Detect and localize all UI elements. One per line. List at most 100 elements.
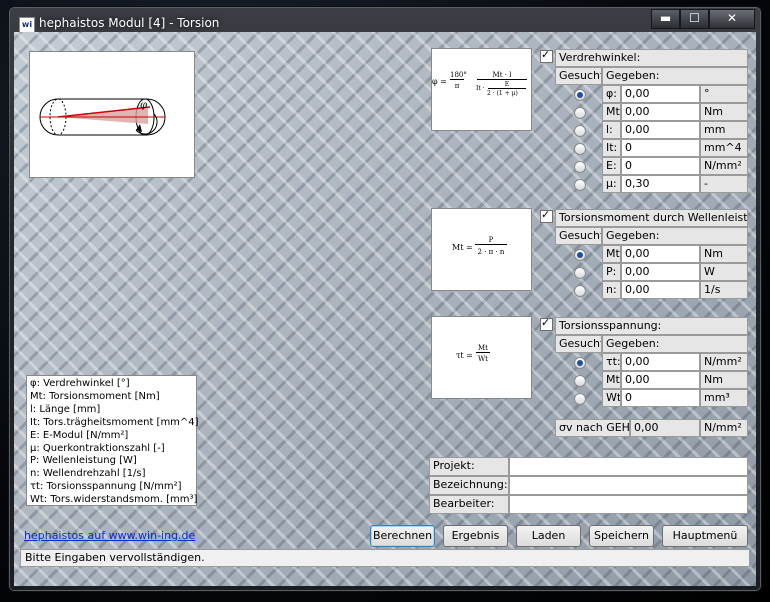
gesucht-radio-spannung-1[interactable] xyxy=(574,375,586,387)
gesucht-radio-verdrehwinkel-0[interactable] xyxy=(574,89,586,101)
row-value-input[interactable]: 0 xyxy=(621,139,700,157)
row-value-input[interactable]: 0,30 xyxy=(621,175,700,193)
gesucht-radio-spannung-2[interactable] xyxy=(574,393,586,405)
row-label: l: xyxy=(602,121,621,139)
row-unit: N/mm² xyxy=(700,157,748,175)
projekt-input[interactable] xyxy=(509,457,748,476)
gesucht-radio-torsionsmoment-2[interactable] xyxy=(574,285,586,297)
row-value-input[interactable]: 0 xyxy=(621,157,700,175)
formula-verdrehwinkel: φ = 180° π Mt · l It · E 2 · (1 + μ) xyxy=(431,48,532,131)
row-label: Mt: xyxy=(602,245,621,263)
row-unit: ° xyxy=(700,85,748,103)
spannung-gegeben: Gegeben: xyxy=(602,335,748,353)
laden-button[interactable]: Laden xyxy=(516,525,581,547)
gesucht-radio-torsionsmoment-0[interactable] xyxy=(574,249,586,261)
legend-line: Wt: Tors.widerstandsmom. [mm³] xyxy=(30,494,198,506)
close-button[interactable]: ✕ xyxy=(709,9,755,29)
gesucht-radio-verdrehwinkel-3[interactable] xyxy=(574,143,586,155)
bearbeiter-label: Bearbeiter: xyxy=(429,495,509,514)
app-window: wi hephaistos Modul [4] - Torsion ▬ ☐ ✕ … xyxy=(8,6,762,592)
verdrehwinkel-title: Verdrehwinkel: xyxy=(555,49,748,67)
torsionsmoment-checkbox[interactable] xyxy=(540,208,553,223)
legend-line: Mt: Torsionsmoment [Nm] xyxy=(30,390,160,402)
row-unit: W xyxy=(700,263,748,281)
row-value-input[interactable]: 0,00 xyxy=(621,371,700,389)
row-unit: Nm xyxy=(700,245,748,263)
bearbeiter-input[interactable] xyxy=(509,495,748,514)
formula-num: P xyxy=(475,236,507,245)
geh-unit: N/mm² xyxy=(700,419,748,437)
row-value-input[interactable]: 0,00 xyxy=(621,263,700,281)
formula-nu: 2 · (1 + μ) xyxy=(487,90,518,97)
legend-line: τt: Torsionsspannung [N/mm²] xyxy=(30,481,182,493)
spannung-checkbox[interactable] xyxy=(540,316,553,331)
gesucht-radio-verdrehwinkel-2[interactable] xyxy=(574,125,586,137)
gesucht-radio-verdrehwinkel-5[interactable] xyxy=(574,179,586,191)
row-unit: Nm xyxy=(700,103,748,121)
row-label: It: xyxy=(602,139,621,157)
gesucht-radio-spannung-0[interactable] xyxy=(574,357,586,369)
row-value-input[interactable]: 0,00 xyxy=(621,85,700,103)
gesucht-radio-torsionsmoment-1[interactable] xyxy=(574,267,586,279)
website-link[interactable]: hephaistos auf www.win-ing.de xyxy=(24,529,195,542)
verdrehwinkel-gegeben: Gegeben: xyxy=(602,67,748,85)
row-value-input[interactable]: 0,00 xyxy=(621,281,700,299)
formula-den: 2 · π · n xyxy=(477,248,505,256)
row-label: μ: xyxy=(602,175,621,193)
row-value-input[interactable]: 0,00 xyxy=(621,103,700,121)
gesucht-radio-verdrehwinkel-1[interactable] xyxy=(574,107,586,119)
verdrehwinkel-checkbox[interactable] xyxy=(540,48,553,63)
formula-lhs: φ = xyxy=(432,77,447,86)
row-value-input[interactable]: 0,00 xyxy=(621,353,700,371)
formula-spannung: τt = Mt Wt xyxy=(431,316,532,399)
verdrehwinkel-gesucht: Gesucht xyxy=(555,67,602,85)
row-unit: Nm xyxy=(700,371,748,389)
row-unit: N/mm² xyxy=(700,353,748,371)
row-unit: - xyxy=(700,175,748,193)
row-label: τt: xyxy=(602,353,621,371)
torsionsmoment-title: Torsionsmoment durch Wellenleistung: xyxy=(555,209,748,227)
row-value-input[interactable]: 0 xyxy=(621,389,700,407)
row-label: Wt: xyxy=(602,389,621,407)
berechnen-button[interactable]: Berechnen xyxy=(370,525,435,547)
bezeichnung-label: Bezeichnung: xyxy=(429,476,509,495)
shaft-drawing: φ xyxy=(39,98,166,136)
bezeichnung-input[interactable] xyxy=(509,476,748,495)
projekt-label: Projekt: xyxy=(429,457,509,476)
speichern-button[interactable]: Speichern xyxy=(589,525,654,547)
formula-it: It · xyxy=(476,85,485,92)
row-unit: mm^4 xyxy=(700,139,748,157)
row-unit: mm³ xyxy=(700,389,748,407)
legend-line: It: Tors.trägheitsmoment [mm^4] xyxy=(30,416,199,428)
formula-num: Mt xyxy=(476,344,490,353)
maximize-button[interactable]: ☐ xyxy=(680,9,709,29)
ergebnis-button[interactable]: Ergebnis xyxy=(443,525,508,547)
formula-e: E xyxy=(488,81,526,89)
row-label: Mt xyxy=(602,103,621,121)
gesucht-radio-verdrehwinkel-4[interactable] xyxy=(574,161,586,173)
legend-line: l: Länge [mm] xyxy=(30,403,101,415)
legend-line: φ: Verdrehwinkel [°] xyxy=(30,378,130,389)
torsion-diagram: φ xyxy=(29,51,195,178)
status-bar: Bitte Eingaben vervollständigen. xyxy=(20,549,750,567)
app-icon: wi xyxy=(19,17,35,33)
formula-mt-l: Mt · l xyxy=(477,71,527,80)
formula-den: Wt xyxy=(477,355,488,363)
row-value-input[interactable]: 0,00 xyxy=(621,245,700,263)
formula-num: 180° xyxy=(450,71,467,80)
torsionsmoment-gegeben: Gegeben: xyxy=(602,227,748,245)
legend-line: P: Wellenleistung [W] xyxy=(30,455,137,467)
phi-label: φ xyxy=(140,100,147,111)
legend-line: μ: Querkontraktionszahl [-] xyxy=(30,442,165,454)
geh-value: 0,00 xyxy=(630,419,700,437)
minimize-button[interactable]: ▬ xyxy=(651,9,680,29)
row-label: n: xyxy=(602,281,621,299)
legend-box: φ: Verdrehwinkel [°] Mt: Torsionsmoment [… xyxy=(26,375,199,506)
row-value-input[interactable]: 0,00 xyxy=(621,121,700,139)
formula-den: π xyxy=(454,82,460,90)
formula-lhs: τt = xyxy=(456,351,473,360)
hauptmenue-button[interactable]: Hauptmenü xyxy=(662,525,748,547)
window-title: hephaistos Modul [4] - Torsion xyxy=(39,16,220,30)
row-label: E: xyxy=(602,157,621,175)
spannung-title: Torsionsspannung: xyxy=(555,317,748,335)
